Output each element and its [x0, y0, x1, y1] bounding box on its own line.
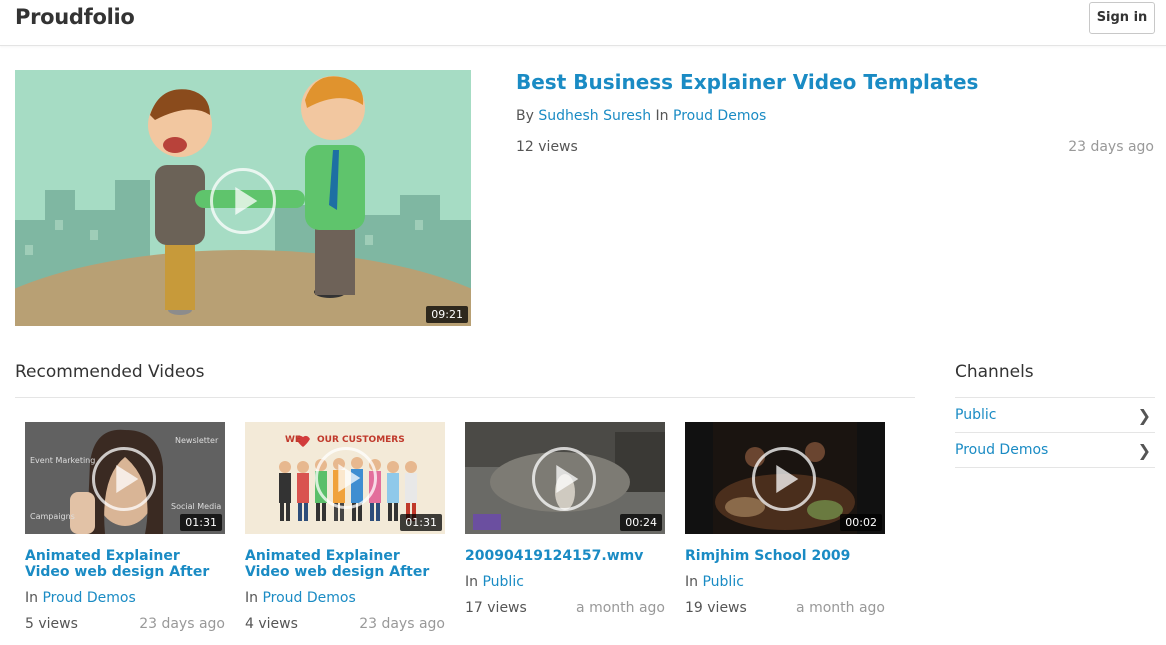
video-views: 5 views — [25, 616, 78, 632]
recommended-divider — [15, 397, 915, 398]
channel-item-label: Public — [955, 407, 997, 423]
thumb-word: Social Media — [171, 502, 222, 511]
featured-video-title[interactable]: Best Business Explainer Video Templates — [516, 70, 978, 94]
video-meta: 17 views a month ago — [465, 600, 665, 618]
featured-byline: By Sudhesh Suresh In Proud Demos — [516, 108, 766, 124]
thumb-word: Campaigns — [30, 512, 75, 521]
video-duration: 01:31 — [400, 514, 442, 531]
video-title[interactable]: 20090419124157.wmv — [465, 548, 665, 564]
video-card[interactable]: 00:24 20090419124157.wmv In Public 17 vi… — [465, 422, 665, 618]
video-channel: In Proud Demos — [245, 590, 445, 606]
video-meta: 4 views 23 days ago — [245, 616, 445, 634]
video-title[interactable]: Rimjhim School 2009 — [685, 548, 885, 564]
top-navbar: Proudfolio Sign in — [0, 0, 1166, 46]
channel-item-public[interactable]: Public ❯ — [955, 398, 1155, 433]
video-card[interactable]: 00:02 Rimjhim School 2009 In Public 19 v… — [685, 422, 885, 618]
play-icon[interactable] — [752, 447, 816, 511]
video-title[interactable]: Animated Explainer Video web design Afte… — [25, 548, 225, 580]
channel-link[interactable]: Proud Demos — [673, 108, 766, 124]
chevron-right-icon: ❯ — [1137, 406, 1151, 425]
video-age: 23 days ago — [139, 616, 225, 632]
channel-item-proud-demos[interactable]: Proud Demos ❯ — [955, 433, 1155, 468]
thumb-word: OUR CUSTOMERS — [317, 435, 405, 445]
video-card[interactable]: WE OUR CUSTOMERS 01:31 Animated Explaine… — [245, 422, 445, 634]
video-duration: 00:02 — [840, 514, 882, 531]
play-icon[interactable] — [92, 447, 156, 511]
channel-link[interactable]: Proud Demos — [262, 590, 355, 606]
video-channel: In Public — [465, 574, 665, 590]
video-duration: 00:24 — [620, 514, 662, 531]
channel-item-label: Proud Demos — [955, 442, 1049, 458]
in-prefix: In — [465, 574, 479, 590]
video-meta: 5 views 23 days ago — [25, 616, 225, 634]
video-thumbnail[interactable]: Newsletter Event Marketing Social Media … — [25, 422, 225, 534]
featured-views: 12 views — [516, 139, 578, 155]
recommended-heading: Recommended Videos — [15, 362, 205, 382]
sign-in-button[interactable]: Sign in — [1089, 2, 1155, 34]
video-views: 4 views — [245, 616, 298, 632]
channels-heading: Channels — [955, 362, 1034, 382]
by-prefix: By — [516, 108, 534, 124]
featured-age: 23 days ago — [1068, 139, 1154, 155]
channel-link[interactable]: Public — [482, 574, 523, 590]
video-channel: In Proud Demos — [25, 590, 225, 606]
in-prefix: In — [25, 590, 39, 606]
chevron-right-icon: ❯ — [1137, 441, 1151, 460]
video-thumbnail[interactable]: 00:02 — [685, 422, 885, 534]
play-icon[interactable] — [210, 168, 276, 234]
video-channel: In Public — [685, 574, 885, 590]
channel-link[interactable]: Proud Demos — [42, 590, 135, 606]
thumb-word: Newsletter — [175, 436, 219, 445]
author-link[interactable]: Sudhesh Suresh — [538, 108, 651, 124]
channel-link[interactable]: Public — [702, 574, 743, 590]
thumb-word: Event Marketing — [30, 456, 96, 465]
video-meta: 19 views a month ago — [685, 600, 885, 618]
in-prefix: In — [685, 574, 699, 590]
video-thumbnail[interactable]: WE OUR CUSTOMERS 01:31 — [245, 422, 445, 534]
video-title[interactable]: Animated Explainer Video web design Afte… — [245, 548, 445, 580]
video-views: 19 views — [685, 600, 747, 616]
video-thumbnail[interactable]: 00:24 — [465, 422, 665, 534]
video-age: a month ago — [576, 600, 665, 616]
featured-video-thumbnail[interactable]: 09:21 — [15, 70, 471, 326]
site-logo[interactable]: Proudfolio — [15, 5, 135, 29]
in-prefix: In — [245, 590, 259, 606]
thumb-word: WE — [285, 435, 302, 445]
video-age: a month ago — [796, 600, 885, 616]
play-icon[interactable] — [532, 447, 596, 511]
video-card[interactable]: Newsletter Event Marketing Social Media … — [25, 422, 225, 634]
video-duration: 09:21 — [426, 306, 468, 323]
video-views: 17 views — [465, 600, 527, 616]
in-prefix: In — [655, 108, 669, 124]
play-icon[interactable] — [315, 447, 377, 509]
video-duration: 01:31 — [180, 514, 222, 531]
video-age: 23 days ago — [359, 616, 445, 632]
